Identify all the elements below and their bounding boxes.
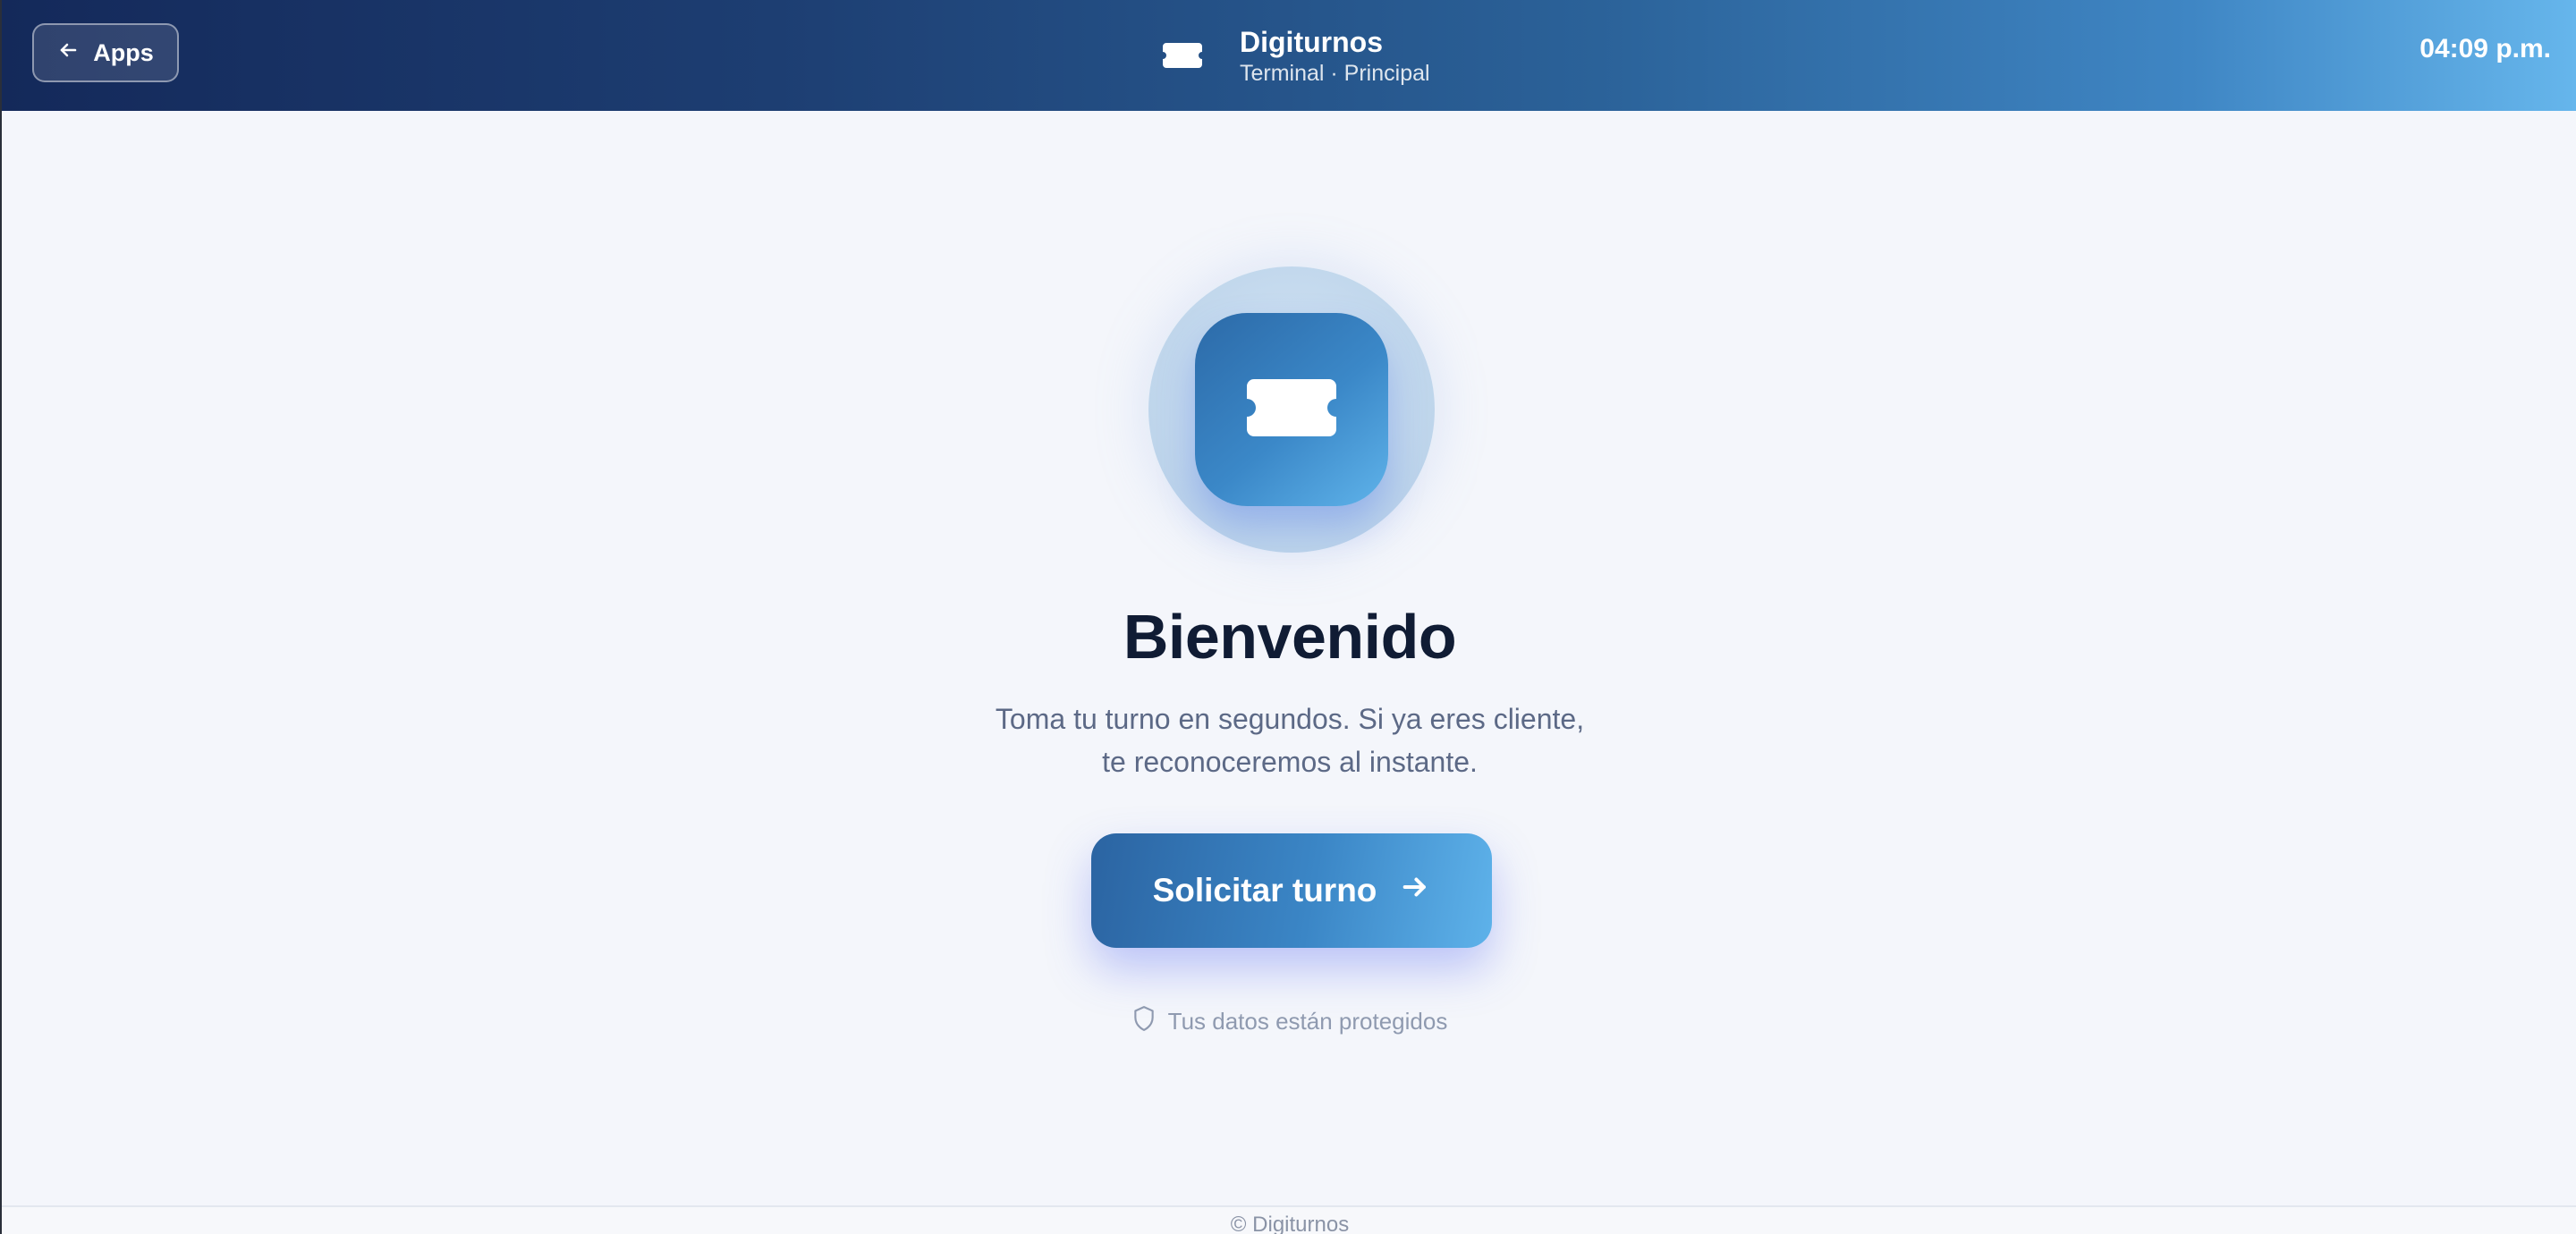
footer: © Digiturnos — [2, 1205, 2576, 1234]
app-brand: Digiturnos Terminal · Principal — [1161, 16, 1430, 95]
top-bar: Apps Digiturnos Terminal · Principal 04:… — [2, 0, 2576, 111]
welcome-title: Bienvenido — [1123, 602, 1457, 672]
welcome-subtitle: Toma tu turno en segundos. Si ya eres cl… — [995, 703, 1585, 778]
security-note-text: Tus datos están protegidos — [1167, 1008, 1448, 1035]
footer-copyright: © Digiturnos — [1230, 1213, 1350, 1234]
hero-illustration — [1148, 266, 1435, 553]
app-window: Apps Digiturnos Terminal · Principal 04:… — [0, 0, 2576, 1234]
security-note: Tus datos están protegidos — [2, 1005, 2576, 1038]
ticket-icon — [1243, 376, 1340, 444]
ticket-icon — [1161, 41, 1204, 70]
hero-tile — [1195, 313, 1388, 506]
arrow-right-icon — [1400, 872, 1430, 910]
back-button-label: Apps — [93, 38, 154, 66]
arrow-left-icon — [57, 39, 79, 67]
back-to-apps-button[interactable]: Apps — [32, 23, 179, 82]
shield-icon — [1132, 1005, 1156, 1038]
request-turn-button[interactable]: Solicitar turno — [1091, 833, 1492, 948]
clock: 04:09 p.m. — [2419, 34, 2551, 63]
app-title: Digiturnos — [1240, 26, 1383, 58]
app-subtitle: Terminal · Principal — [1240, 61, 1430, 86]
request-turn-label: Solicitar turno — [1152, 872, 1377, 909]
